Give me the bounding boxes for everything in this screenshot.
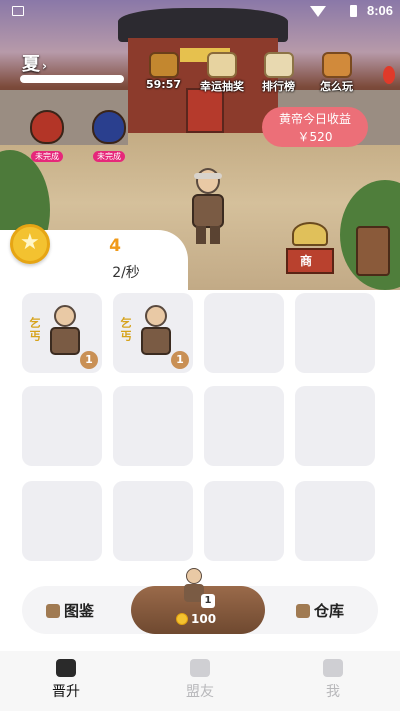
chest-timer: 59:57: [146, 78, 182, 91]
bag-status-badge: 未完成: [93, 151, 125, 162]
unit-level-badge: 1: [171, 351, 189, 369]
profile-icon: [323, 659, 343, 677]
buy-cost: 100: [176, 612, 216, 626]
bag-status-badge: 未完成: [31, 151, 63, 162]
grid-cell[interactable]: [113, 481, 193, 561]
today-income-button[interactable]: 黄帝今日收益 ￥520: [262, 107, 368, 147]
grid-cell[interactable]: [204, 293, 284, 373]
grid-cell[interactable]: [295, 293, 375, 373]
grid-cell[interactable]: [22, 481, 102, 561]
season-text: 夏: [22, 54, 40, 75]
character-body: [192, 194, 224, 228]
battery-icon: [350, 5, 357, 17]
status-bar: 8:06: [0, 0, 400, 24]
weapon-rack-button[interactable]: [356, 226, 390, 276]
beggar-tag: 乞丐: [28, 317, 41, 343]
lucky-draw-label: 幸运抽奖: [200, 80, 244, 93]
bottom-nav: 晋升 盟友 我: [0, 651, 400, 711]
how-to-play-label: 怎么玩: [320, 80, 353, 93]
money-bag-icon: [30, 110, 64, 144]
grid-cell[interactable]: [22, 386, 102, 466]
nav-label: 我: [326, 684, 340, 700]
lantern-icon: [383, 66, 395, 84]
image-notification-icon: [12, 6, 24, 16]
allies-icon: [190, 659, 210, 677]
character-headband: [194, 173, 222, 179]
nav-tab-allies[interactable]: 盟友: [160, 659, 240, 701]
grid-cell[interactable]: [113, 386, 193, 466]
beggar-unit-icon: [46, 305, 86, 361]
catalog-label: 图鉴: [64, 602, 95, 620]
how-to-play-icon: [321, 52, 352, 78]
catalog-button[interactable]: 图鉴: [46, 600, 94, 621]
how-to-play-button[interactable]: 怎么玩: [320, 52, 353, 94]
grid-cell[interactable]: [295, 481, 375, 561]
season-progress-bar: [20, 75, 124, 83]
chevron-right-icon: ›: [42, 59, 47, 73]
leaderboard-button[interactable]: 排行榜: [262, 52, 295, 94]
leaderboard-label: 排行榜: [262, 80, 295, 93]
action-bar: 图鉴 1 100 仓库: [22, 568, 378, 634]
status-time: 8:06: [367, 3, 394, 18]
lucky-draw-button[interactable]: 幸运抽奖: [200, 52, 244, 94]
leaderboard-icon: [263, 52, 294, 78]
warehouse-button[interactable]: 仓库: [296, 600, 344, 621]
coin-rate: 2/秒: [112, 265, 140, 281]
grid-cell[interactable]: 乞丐 1: [113, 293, 193, 373]
horse-rider-icon: [56, 659, 76, 677]
catalog-icon: [46, 604, 60, 618]
warehouse-icon: [296, 604, 310, 618]
beggar-tag: 乞丐: [119, 317, 132, 343]
money-bag-icon: [92, 110, 126, 144]
money-bag-red-button[interactable]: 未完成: [25, 110, 69, 163]
grid-cell[interactable]: [204, 481, 284, 561]
coin-total: 4: [109, 236, 121, 256]
buy-level-badge: 1: [201, 594, 215, 608]
wifi-icon: [310, 6, 326, 17]
grid-cell[interactable]: 乞丐 1: [22, 293, 102, 373]
grid-cell[interactable]: [295, 386, 375, 466]
shop-stand-button[interactable]: 商: [286, 222, 334, 278]
beggar-unit-icon: [137, 305, 177, 361]
buy-cost-value: 100: [191, 612, 217, 626]
shop-umbrella-icon: [292, 222, 328, 246]
character-head: [196, 168, 220, 194]
nav-tab-promotion[interactable]: 晋升: [26, 659, 106, 701]
nav-label: 晋升: [52, 684, 80, 700]
grid-cell[interactable]: [204, 386, 284, 466]
nav-tab-me[interactable]: 我: [293, 659, 373, 701]
scroll-icon: [207, 52, 237, 78]
shop-sign: 商: [300, 254, 313, 268]
buy-unit-button[interactable]: 1 100: [131, 568, 265, 634]
warehouse-label: 仓库: [314, 602, 345, 620]
nav-label: 盟友: [186, 684, 214, 700]
income-title: 黄帝今日收益: [278, 112, 351, 126]
season-label[interactable]: 夏 ›: [22, 50, 47, 76]
income-amount: ￥520: [297, 130, 333, 144]
unit-level-badge: 1: [80, 351, 98, 369]
money-bag-blue-button[interactable]: 未完成: [87, 110, 131, 163]
treasure-chest-button[interactable]: 59:57: [146, 52, 181, 91]
coin-icon: [176, 613, 188, 625]
palace-door: [186, 88, 224, 133]
treasure-chest-icon: [148, 52, 179, 78]
